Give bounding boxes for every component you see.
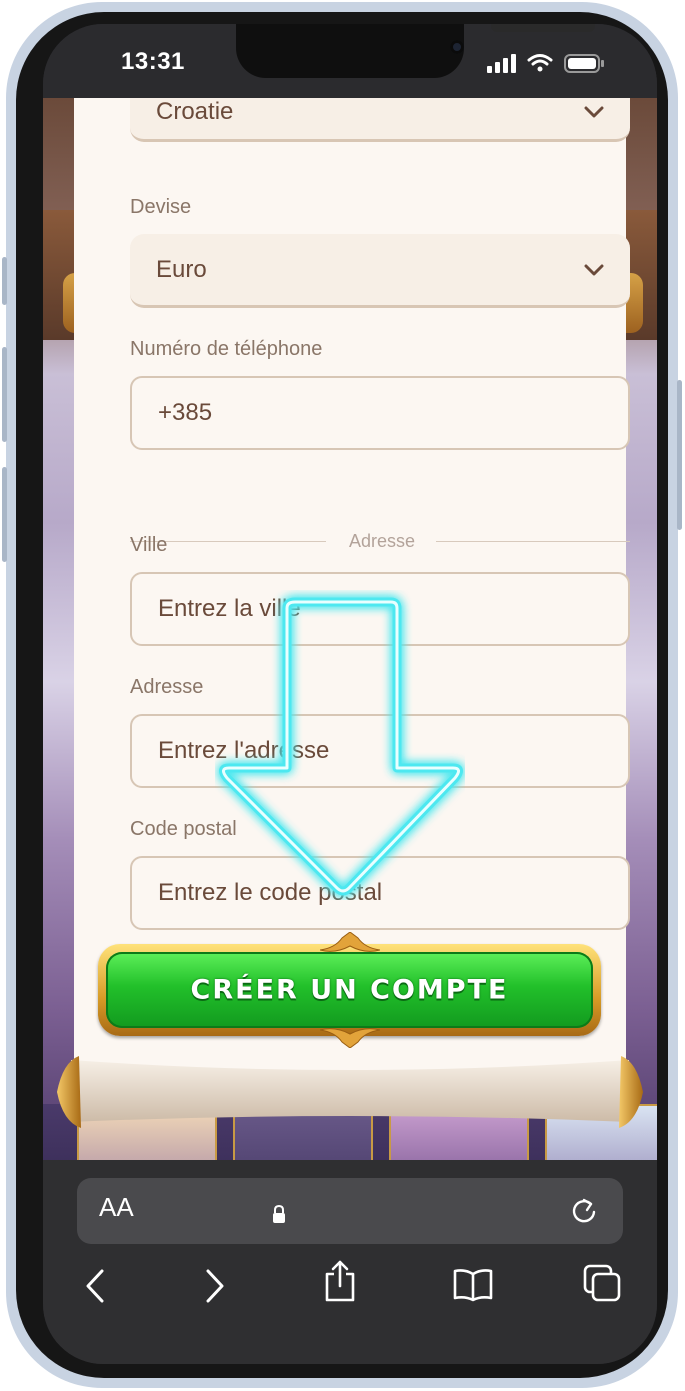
front-camera: [450, 40, 464, 54]
text-size-label: AA: [99, 1192, 134, 1222]
browser-toolbar: AA: [43, 1160, 657, 1364]
signal-icon: [487, 54, 516, 73]
volume-up-button: [2, 347, 7, 442]
currency-label: Devise: [130, 196, 192, 218]
phone-value: +385: [158, 399, 213, 426]
address-section-label: Adresse: [348, 531, 416, 551]
status-bar: 13:31: [43, 24, 657, 98]
currency-select[interactable]: Euro: [130, 234, 630, 308]
bookmarks-icon[interactable]: [453, 1268, 493, 1302]
address-label: Adresse: [130, 676, 204, 698]
phone-label: Numéro de téléphone: [130, 338, 323, 360]
scroll-decoration: [57, 1056, 643, 1128]
down-arrow-overlay-icon: [219, 597, 463, 896]
notch: [236, 24, 595, 78]
back-icon[interactable]: [85, 1268, 105, 1304]
browser-nav-row: [43, 1260, 657, 1320]
text-size-button[interactable]: AA: [99, 1192, 134, 1223]
city-label: Ville: [130, 534, 168, 556]
section-divider-right: [436, 541, 630, 542]
button-ornament-bottom: [319, 1028, 380, 1048]
lock-icon: [273, 1204, 285, 1223]
power-button: [677, 380, 682, 530]
speaker: [491, 24, 595, 32]
currency-value: Euro: [156, 255, 207, 283]
chevron-down-icon: [584, 264, 604, 275]
reload-icon[interactable]: [569, 1196, 599, 1226]
mute-switch: [2, 257, 7, 305]
button-ornament-top: [319, 932, 380, 952]
status-icons: [487, 54, 604, 73]
create-account-label: CRÉER UN COMPTE: [190, 974, 509, 1006]
create-account-button-face: CRÉER UN COMPTE: [106, 952, 593, 1028]
address-bar[interactable]: AA: [77, 1178, 623, 1244]
create-account-button[interactable]: CRÉER UN COMPTE: [98, 932, 601, 1048]
phone-input[interactable]: +385: [130, 376, 630, 450]
forward-icon[interactable]: [205, 1268, 225, 1304]
chevron-down-icon: [584, 106, 604, 118]
wifi-icon: [527, 54, 553, 66]
status-time: 13:31: [121, 48, 185, 75]
country-value: Croatie: [156, 98, 234, 126]
volume-down-button: [2, 467, 7, 562]
share-icon[interactable]: [323, 1260, 357, 1302]
battery-icon: [564, 54, 604, 73]
tabs-icon[interactable]: [583, 1264, 621, 1302]
